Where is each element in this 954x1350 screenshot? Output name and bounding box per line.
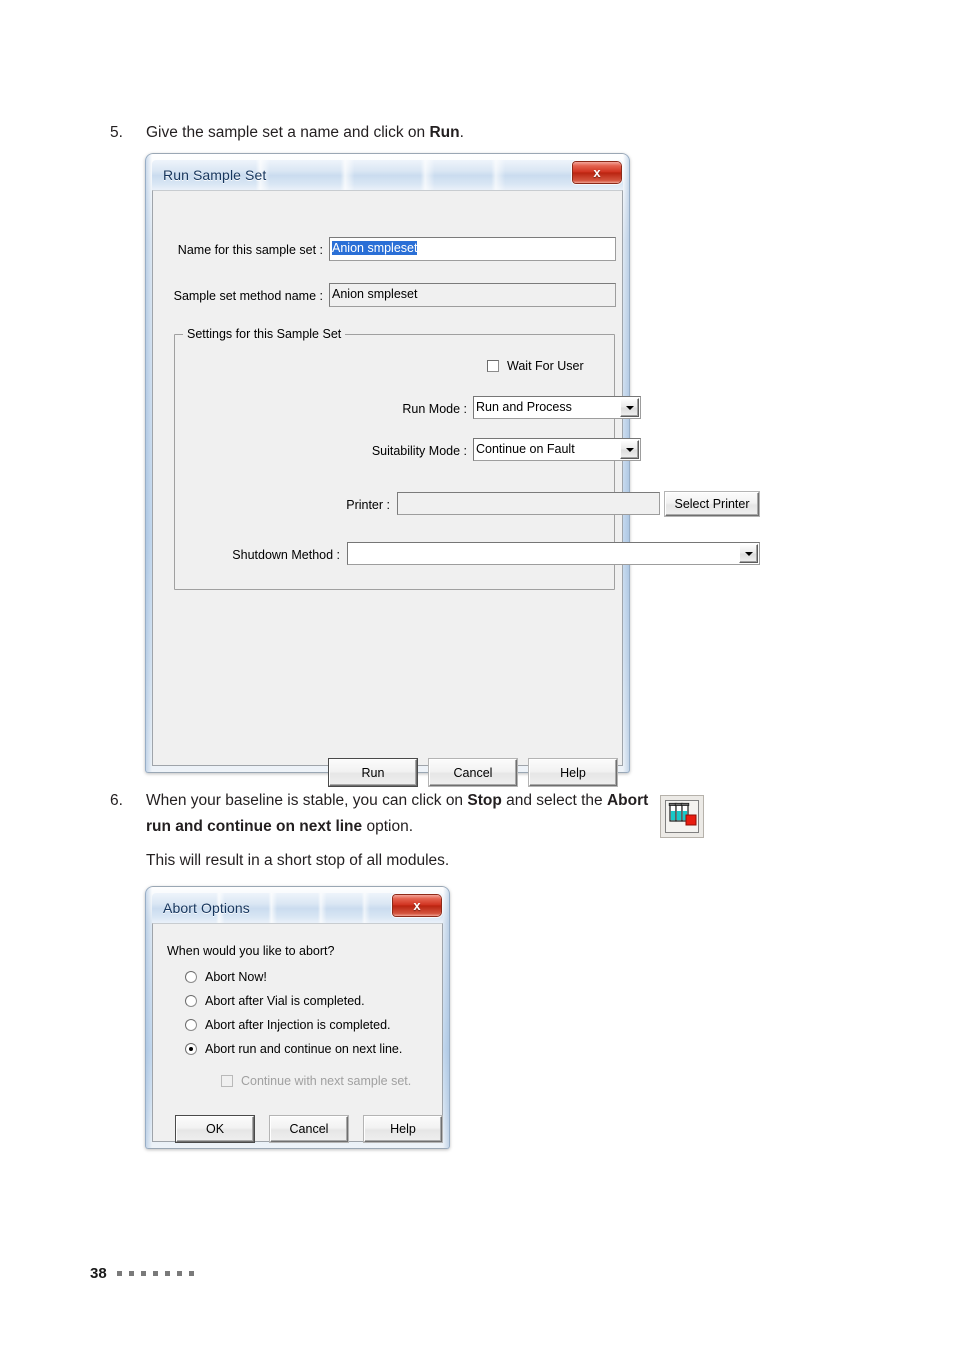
- radio-abort-after-vial-label: Abort after Vial is completed.: [205, 994, 365, 1008]
- continue-next-sample-set-label: Continue with next sample set.: [241, 1074, 412, 1088]
- help-button[interactable]: Help: [529, 759, 617, 786]
- footer-dot: [164, 1271, 170, 1276]
- name-for-sample-set-label: Name for this sample set :: [177, 243, 323, 257]
- select-printer-button[interactable]: Select Printer: [665, 492, 759, 516]
- step-5-bold: Run: [429, 124, 460, 141]
- radio-abort-now-label: Abort Now!: [205, 970, 267, 984]
- radio-abort-after-injection-indicator: [185, 1019, 197, 1031]
- step-5: 5. Give the sample set a name and click …: [110, 120, 666, 146]
- radio-abort-continue-next-line-indicator: [185, 1043, 197, 1055]
- footer-dot: [128, 1271, 134, 1276]
- abort-options-dialog[interactable]: Abort Options x When would you like to a…: [145, 886, 450, 1149]
- radio-abort-after-injection-label: Abort after Injection is completed.: [205, 1018, 391, 1032]
- step-6-line2-after: option.: [362, 818, 414, 835]
- step-5-text: Give the sample set a name and click on …: [146, 120, 666, 146]
- step-5-text-before: Give the sample set a name and click on: [146, 124, 430, 141]
- step-6: 6. When your baseline is stable, you can…: [110, 788, 666, 840]
- step-6-line1-after: and select the: [501, 792, 607, 809]
- step-6-number: 6.: [110, 792, 123, 809]
- run-mode-label: Run Mode :: [402, 402, 467, 416]
- help-button[interactable]: Help: [364, 1116, 442, 1142]
- name-for-sample-set-input[interactable]: Anion smpleset: [329, 237, 616, 261]
- radio-abort-now[interactable]: Abort Now!: [185, 970, 267, 984]
- stop-vials-icon-frame: [665, 800, 699, 833]
- footer-dot: [116, 1271, 122, 1276]
- abort-options-body: When would you like to abort? Abort Now!…: [152, 923, 443, 1142]
- settings-groupbox: Settings for this Sample Set Wait For Us…: [174, 327, 760, 590]
- run-sample-set-dialog[interactable]: Run Sample Set x Name for this sample se…: [145, 153, 760, 786]
- sample-set-method-name-label: Sample set method name :: [173, 289, 323, 303]
- step-6-line1-bold: Stop: [467, 792, 502, 809]
- footer-dots: [116, 1271, 201, 1276]
- wait-for-user-checkbox[interactable]: Wait For User: [487, 359, 584, 373]
- radio-abort-continue-next-line[interactable]: Abort run and continue on next line.: [185, 1042, 402, 1056]
- cancel-button[interactable]: Cancel: [429, 759, 517, 786]
- radio-abort-continue-next-line-label: Abort run and continue on next line.: [205, 1042, 403, 1056]
- radio-abort-now-indicator: [185, 971, 197, 983]
- footer-dot: [152, 1271, 158, 1276]
- chevron-down-icon[interactable]: [620, 398, 639, 417]
- printer-input[interactable]: [397, 492, 660, 515]
- continue-next-sample-set-checkbox-box: [221, 1075, 233, 1087]
- close-icon[interactable]: x: [573, 162, 621, 183]
- cancel-button[interactable]: Cancel: [270, 1116, 348, 1142]
- run-sample-set-body: Name for this sample set : Anion smplese…: [152, 190, 760, 786]
- suitability-mode-select[interactable]: Continue on Fault: [473, 438, 641, 461]
- chevron-down-icon[interactable]: [739, 544, 758, 563]
- step-5-number: 5.: [110, 124, 123, 141]
- abort-options-titlebar[interactable]: Abort Options x: [152, 893, 443, 923]
- close-icon[interactable]: x: [393, 895, 441, 916]
- printer-label: Printer :: [346, 498, 390, 512]
- shutdown-method-select[interactable]: [347, 542, 760, 565]
- radio-abort-after-injection[interactable]: Abort after Injection is completed.: [185, 1018, 391, 1032]
- run-button[interactable]: Run: [329, 759, 417, 786]
- step-6-line1-before: When your baseline is stable, you can cl…: [146, 792, 468, 809]
- abort-question-label: When would you like to abort?: [167, 944, 335, 958]
- step-6-text: When your baseline is stable, you can cl…: [146, 788, 666, 840]
- page-number: 38: [90, 1265, 107, 1282]
- step-5-text-after: .: [459, 124, 464, 141]
- wait-for-user-label: Wait For User: [507, 359, 584, 373]
- chevron-down-icon[interactable]: [620, 440, 639, 459]
- suitability-mode-label: Suitability Mode :: [371, 444, 467, 458]
- stop-vials-icon-glyph: [668, 802, 697, 826]
- abort-options-title: Abort Options: [163, 900, 250, 916]
- run-mode-select[interactable]: Run and Process: [473, 396, 641, 419]
- wait-for-user-checkbox-box: [487, 360, 499, 372]
- shutdown-method-label: Shutdown Method :: [232, 548, 340, 562]
- run-sample-set-title: Run Sample Set: [163, 167, 267, 183]
- page-footer: 38: [90, 1265, 201, 1282]
- footer-dot: [140, 1271, 146, 1276]
- sample-set-method-name-value: Anion smpleset: [332, 287, 418, 301]
- run-mode-value: Run and Process: [476, 400, 572, 414]
- run-sample-set-titlebar[interactable]: Run Sample Set x: [152, 160, 623, 190]
- settings-groupbox-title: Settings for this Sample Set: [183, 327, 346, 341]
- continue-next-sample-set-checkbox[interactable]: Continue with next sample set.: [221, 1074, 411, 1088]
- radio-abort-after-vial-indicator: [185, 995, 197, 1007]
- suitability-mode-value: Continue on Fault: [476, 442, 575, 456]
- step-6-paragraph: This will result in a short stop of all …: [146, 852, 450, 869]
- name-for-sample-set-value: Anion smpleset: [332, 241, 418, 255]
- ok-button[interactable]: OK: [176, 1116, 254, 1142]
- stop-vials-icon: [660, 795, 704, 838]
- sample-set-method-name-input[interactable]: Anion smpleset: [329, 283, 616, 307]
- footer-dot: [188, 1271, 194, 1276]
- radio-abort-after-vial[interactable]: Abort after Vial is completed.: [185, 994, 365, 1008]
- footer-dot: [176, 1271, 182, 1276]
